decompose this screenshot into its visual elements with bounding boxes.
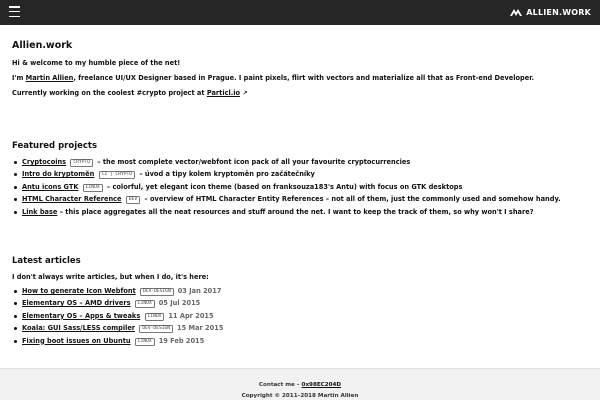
list-item: Elementary OS – Apps & tweaks LINUX 11 Ap… <box>14 311 588 324</box>
page-title: Allien.work <box>12 40 73 51</box>
list-item: Cryptocoins CRYPTO – the most complete v… <box>14 158 588 170</box>
author-link[interactable]: Martin Allien <box>26 74 74 82</box>
projects-list: Cryptocoins CRYPTO – the most complete v… <box>12 158 588 220</box>
article-date: 03 Jan 2017 <box>177 287 222 295</box>
footer: Contact me – 0x98EC204D Copyright © 2011… <box>0 368 600 400</box>
project-link[interactable]: Cryptocoins <box>22 158 66 166</box>
brand-name: ALLIEN.WORK <box>526 8 591 17</box>
project-link[interactable]: Link base <box>22 208 57 216</box>
article-date: 11 Apr 2015 <box>168 311 214 320</box>
article-link[interactable]: Koala: GUI Sass/LESS compiler <box>22 324 135 332</box>
list-item: Antu icons GTK LINUX – colorful, yet ele… <box>14 182 588 195</box>
list-item: Intro do kryptoměn CZ | CRYPTO – úvod a … <box>14 170 588 182</box>
project-description: – úvod a tipy kolem kryptoměn pro začáte… <box>137 170 315 179</box>
latest-articles-section: Latest articles I don't always write art… <box>12 256 588 349</box>
about-suffix: , freelance UI/UX Designer based in Prag… <box>73 74 535 82</box>
logo-icon <box>510 9 523 16</box>
article-date: 05 Jul 2015 <box>158 299 201 308</box>
category-tag: DEV <box>125 196 141 205</box>
article-date: 19 Feb 2015 <box>158 336 205 345</box>
article-link[interactable]: Fixing boot issues on Ubuntu <box>22 337 131 345</box>
category-tag: DEV·DESIGN <box>139 325 174 334</box>
intro-section: Allien.work Hi & welcome to my humble pi… <box>12 40 588 104</box>
current-work-text: Currently working on the coolest #crypto… <box>12 89 588 98</box>
category-tag: LINUX <box>134 337 155 346</box>
copyright-text: Copyright © 2011–2018 Martin Allien <box>241 393 359 399</box>
about-prefix: I'm <box>12 74 26 82</box>
section-title: Latest articles <box>12 256 81 266</box>
list-item: How to generate Icon Webfont DEV·DESIGN 0… <box>14 287 588 299</box>
category-tag: CZ | CRYPTO <box>98 171 136 180</box>
brand-logo[interactable]: ALLIEN.WORK <box>510 7 591 18</box>
article-link[interactable]: How to generate Icon Webfont <box>22 287 136 295</box>
list-item: Koala: GUI Sass/LESS compiler DEV·DESIGN… <box>14 324 588 336</box>
about-text: I'm Martin Allien, freelance UI/UX Desig… <box>12 74 588 83</box>
project-description: – the most complete vector/webfont icon … <box>95 158 411 166</box>
menu-icon[interactable] <box>9 6 20 17</box>
project-link[interactable]: Antu icons GTK <box>22 183 78 191</box>
list-item: HTML Character Reference DEV – overview … <box>14 195 588 207</box>
particl-link[interactable]: Particl.io <box>207 89 240 97</box>
pgp-key-link[interactable]: 0x98EC204D <box>302 382 342 388</box>
article-date: 15 Mar 2015 <box>177 324 224 333</box>
top-bar: ALLIEN.WORK <box>0 0 600 25</box>
featured-projects-section: Featured projects Cryptocoins CRYPTO – t… <box>12 141 588 220</box>
category-tag: LINUX <box>144 312 165 321</box>
article-link[interactable]: Elementary OS – Apps & tweaks <box>22 312 140 320</box>
category-tag: CRYPTO <box>70 159 94 167</box>
list-item: Elementary OS – AMD drivers LINUX 05 Jul … <box>14 299 588 311</box>
project-description: – this place aggregates all the neat res… <box>57 207 534 216</box>
list-item: Link base – this place aggregates all th… <box>14 207 588 220</box>
current-work-prefix: Currently working on the coolest #crypto… <box>12 89 207 97</box>
article-link[interactable]: Elementary OS – AMD drivers <box>22 299 131 307</box>
welcome-text: Hi & welcome to my humble piece of the n… <box>12 59 181 67</box>
contact-line: Contact me – 0x98EC204D <box>0 382 600 388</box>
contact-prefix: Contact me – <box>258 382 302 388</box>
project-link[interactable]: Intro do kryptoměn <box>22 170 94 178</box>
external-link-icon: ↗ <box>242 90 248 97</box>
category-tag: DEV·DESIGN <box>140 288 174 296</box>
project-description: – colorful, yet elegant icon theme (base… <box>104 182 463 191</box>
articles-list: How to generate Icon Webfont DEV·DESIGN 0… <box>12 287 588 349</box>
articles-intro: I don't always write articles, but when … <box>12 273 209 281</box>
category-tag: LINUX <box>82 183 103 192</box>
project-description: – overview of HTML Character Entity Refe… <box>142 195 561 204</box>
section-title: Featured projects <box>12 141 98 151</box>
project-link[interactable]: HTML Character Reference <box>22 195 122 203</box>
category-tag: LINUX <box>134 300 155 309</box>
list-item: Fixing boot issues on Ubuntu LINUX 19 Feb… <box>14 336 588 349</box>
